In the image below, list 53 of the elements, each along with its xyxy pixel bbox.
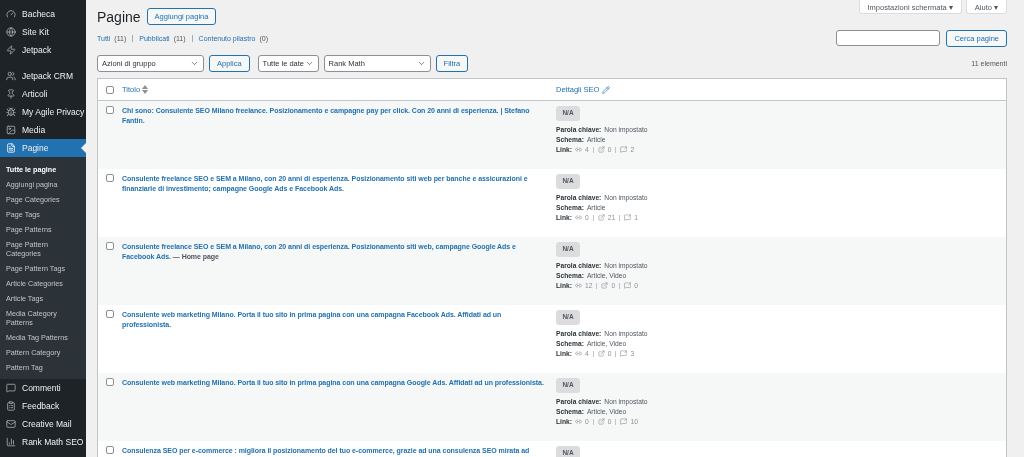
incoming-link-icon [620,418,628,425]
link-icon [575,418,582,425]
bolt-icon [6,45,16,55]
sidebar-item[interactable]: Feedback [0,397,86,415]
link-icon [575,146,582,153]
row-checkbox[interactable] [106,310,114,318]
chevron-down-icon [304,59,314,68]
chart-icon [6,437,16,447]
sort-icon [142,85,149,94]
image-icon [6,125,16,135]
sidebar-item[interactable]: Bacheca [0,5,86,23]
pin-icon [6,89,16,99]
sidebar-item[interactable]: Articoli [0,85,86,103]
row-checkbox[interactable] [106,242,114,250]
external-link-icon [597,214,605,221]
chevron-down-icon [190,59,199,68]
edit-icon [602,85,611,94]
sidebar-item[interactable]: Media [0,121,86,139]
incoming-link-icon [620,146,628,153]
bug-icon [6,107,16,117]
external-link-icon [601,282,609,289]
gauge-icon [6,9,16,19]
row-checkbox[interactable] [106,106,114,114]
link-icon [575,214,582,221]
incoming-link-icon [624,282,632,289]
incoming-link-icon [624,214,632,221]
search-field[interactable] [836,30,941,46]
external-link-icon [597,146,605,153]
link-icon [575,350,582,357]
sidebar-item[interactable]: Site Kit [0,23,86,41]
comment-icon [6,383,16,393]
sidebar-item[interactable]: My Agile Privacy [0,103,86,121]
sidebar-item[interactable]: Creative Mail [0,415,86,433]
globe-icon [6,27,16,37]
sidebar-item[interactable]: Commenti [0,379,86,397]
incoming-link-icon [620,350,628,357]
sidebar-item[interactable]: Jetpack [0,41,86,59]
chevron-down-icon [416,59,426,68]
form-icon [6,401,16,411]
row-checkbox[interactable] [106,446,114,454]
external-link-icon [597,350,605,357]
row-checkbox[interactable] [106,174,114,182]
select-all-checkbox[interactable] [106,85,114,94]
link-icon [575,282,582,289]
sidebar-item[interactable]: Pagine [0,139,86,157]
sidebar-item[interactable]: Jetpack CRM [0,67,86,85]
mail-icon [6,419,16,429]
sidebar-item[interactable]: Rank Math SEO [0,433,86,451]
row-checkbox[interactable] [106,378,114,386]
users-icon [6,71,16,81]
pages-icon [6,143,16,153]
page-title: Pagine [97,8,141,25]
external-link-icon [597,418,605,425]
